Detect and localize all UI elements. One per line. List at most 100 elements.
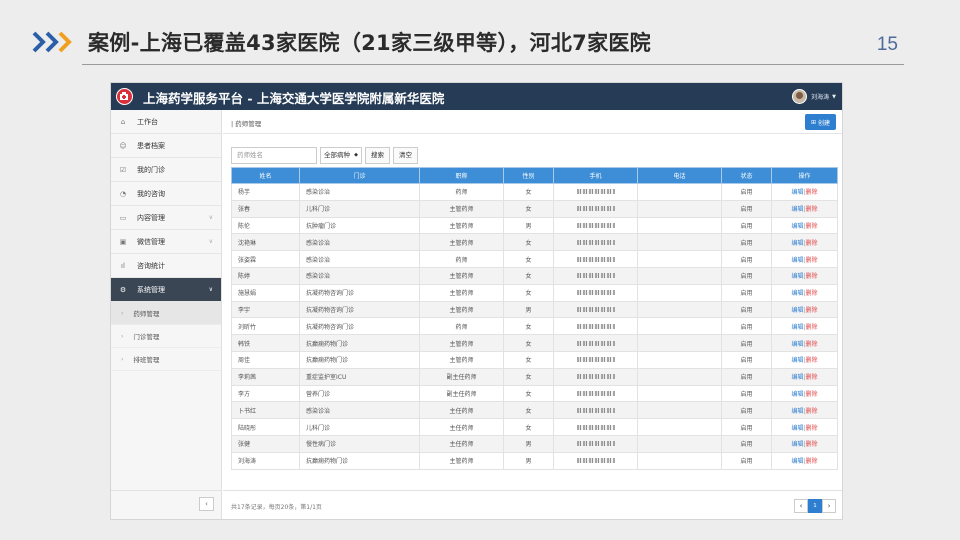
table-cell (637, 434, 722, 453)
delete-link[interactable]: 删除 (806, 290, 818, 297)
edit-link[interactable]: 编辑 (791, 257, 803, 264)
edit-link[interactable]: 编辑 (791, 189, 803, 196)
edit-link[interactable]: 编辑 (791, 307, 803, 314)
table-cell: 女 (503, 418, 554, 436)
edit-link[interactable]: 编辑 (791, 290, 803, 297)
sidebar-subitem-clinics[interactable]: › 门诊管理 (111, 325, 221, 348)
column-header[interactable]: 门诊 (299, 167, 420, 184)
sidebar-item-wechat[interactable]: ▣ 微信管理 ∨ (111, 230, 221, 254)
delete-link[interactable]: 删除 (806, 273, 818, 280)
table-cell: 编辑|删除 (771, 434, 838, 453)
prev-page-button[interactable]: ‹ (794, 499, 808, 513)
edit-link[interactable]: 编辑 (791, 425, 803, 432)
sidebar-item-label: 咨询统计 (137, 261, 165, 270)
edit-link[interactable]: 编辑 (791, 273, 803, 280)
delete-link[interactable]: 删除 (806, 324, 818, 331)
sidebar-subitem-pharmacists[interactable]: › 药师管理 (111, 302, 221, 325)
column-header[interactable]: 状态 (721, 167, 772, 184)
sidebar: ⌂ 工作台 ☺ 患者档案 ☑ 我的门诊 ◔ 我的咨询 ▭ 内容管理 ∨ ▣ 微信… (111, 110, 222, 519)
redacted-phone (576, 256, 615, 262)
collapse-sidebar-button[interactable]: ‹ (199, 497, 214, 511)
table-row: 张姿霖 感染诊治 药师女 启用 编辑|删除 (231, 250, 838, 268)
table-cell: 主管药师 (419, 233, 504, 252)
sidebar-item-patients[interactable]: ☺ 患者档案 (111, 134, 221, 158)
delete-link[interactable]: 删除 (806, 189, 818, 196)
delete-link[interactable]: 删除 (806, 357, 818, 364)
table-cell: 药师 (419, 317, 504, 336)
delete-link[interactable]: 删除 (806, 223, 818, 230)
table-cell: 抗癫痫药物门诊 (299, 334, 420, 352)
pagination-summary: 共17条记录，每页20条，第1/1页 (231, 504, 322, 511)
chevron-down-icon: ∨ (208, 214, 213, 221)
table-cell: 启用 (721, 233, 772, 252)
sidebar-item-consult[interactable]: ◔ 我的咨询 (111, 182, 221, 206)
edit-link[interactable]: 编辑 (791, 408, 803, 415)
table-cell (637, 367, 722, 386)
edit-link[interactable]: 编辑 (791, 223, 803, 230)
next-page-button[interactable]: › (822, 499, 836, 513)
delete-link[interactable]: 删除 (806, 341, 818, 348)
column-header[interactable]: 职称 (419, 167, 504, 184)
table-cell (553, 434, 638, 453)
edit-link[interactable]: 编辑 (791, 324, 803, 331)
pharmacist-name-input[interactable]: 药师姓名 (231, 147, 317, 164)
table-cell (637, 199, 722, 218)
edit-link[interactable]: 编辑 (791, 206, 803, 213)
delete-link[interactable]: 删除 (806, 257, 818, 264)
redacted-phone (576, 273, 615, 279)
create-button[interactable]: ⊞ 创建 (805, 114, 836, 130)
sidebar-item-content[interactable]: ▭ 内容管理 ∨ (111, 206, 221, 230)
delete-link[interactable]: 删除 (806, 206, 818, 213)
hospital-logo-icon[interactable] (116, 88, 133, 105)
table-cell: 主任药师 (419, 401, 504, 420)
table-cell: 编辑|删除 (771, 250, 838, 268)
edit-link[interactable]: 编辑 (791, 441, 803, 448)
edit-link[interactable]: 编辑 (791, 391, 803, 398)
delete-link[interactable]: 删除 (806, 307, 818, 314)
column-header[interactable]: 姓名 (231, 167, 300, 184)
sidebar-item-workbench[interactable]: ⌂ 工作台 (111, 110, 221, 134)
table-cell: 周佳 (231, 350, 300, 369)
sidebar-item-clinic[interactable]: ☑ 我的门诊 (111, 158, 221, 182)
edit-link[interactable]: 编辑 (791, 240, 803, 247)
table-cell: 主任药师 (419, 434, 504, 453)
delete-link[interactable]: 删除 (806, 441, 818, 448)
table-row: 刘海涛 抗癫痫药物门诊 主管药师男 启用 编辑|删除 (231, 451, 838, 470)
delete-link[interactable]: 删除 (806, 391, 818, 398)
disease-select[interactable]: 全部病种 ◆ (320, 147, 362, 164)
clear-button[interactable]: 清空 (393, 147, 418, 164)
page-1-button[interactable]: 1 (808, 499, 822, 513)
table-cell: 编辑|删除 (771, 367, 838, 386)
top-navbar: 上海药学服务平台 - 上海交通大学医学院附属新华医院 刘海涛 ▼ (111, 83, 842, 110)
table-cell: 编辑|删除 (771, 418, 838, 436)
column-header[interactable]: 电话 (637, 167, 722, 184)
search-button[interactable]: 搜索 (365, 147, 390, 164)
table-cell (637, 401, 722, 420)
edit-link[interactable]: 编辑 (791, 458, 803, 465)
table-cell: 启用 (721, 250, 772, 268)
delete-link[interactable]: 删除 (806, 425, 818, 432)
table-cell: 感染诊治 (299, 233, 420, 252)
delete-link[interactable]: 删除 (806, 374, 818, 381)
column-header[interactable]: 手机 (553, 167, 638, 184)
edit-link[interactable]: 编辑 (791, 357, 803, 364)
table-row: 张健 慢性病门诊 主任药师男 启用 编辑|删除 (231, 434, 838, 453)
sidebar-subitem-schedule[interactable]: › 排班管理 (111, 348, 221, 371)
table-cell (637, 250, 722, 268)
table-cell: 主管药师 (419, 199, 504, 218)
delete-link[interactable]: 删除 (806, 240, 818, 247)
column-header[interactable]: 性别 (503, 167, 554, 184)
table-cell (553, 199, 638, 218)
table-cell: 药师 (419, 183, 504, 201)
sidebar-item-system[interactable]: ⚙ 系统管理 ∨ (111, 278, 221, 302)
sidebar-item-stats[interactable]: ıl 咨询统计 (111, 254, 221, 278)
table-cell: 施慧娟 (231, 283, 300, 302)
delete-link[interactable]: 删除 (806, 408, 818, 415)
edit-link[interactable]: 编辑 (791, 341, 803, 348)
table-cell (553, 216, 638, 235)
table-cell: 营养门诊 (299, 384, 420, 403)
column-header[interactable]: 操作 (771, 167, 838, 184)
edit-link[interactable]: 编辑 (791, 374, 803, 381)
delete-link[interactable]: 删除 (806, 458, 818, 465)
user-menu[interactable]: 刘海涛 ▼ (792, 88, 836, 105)
